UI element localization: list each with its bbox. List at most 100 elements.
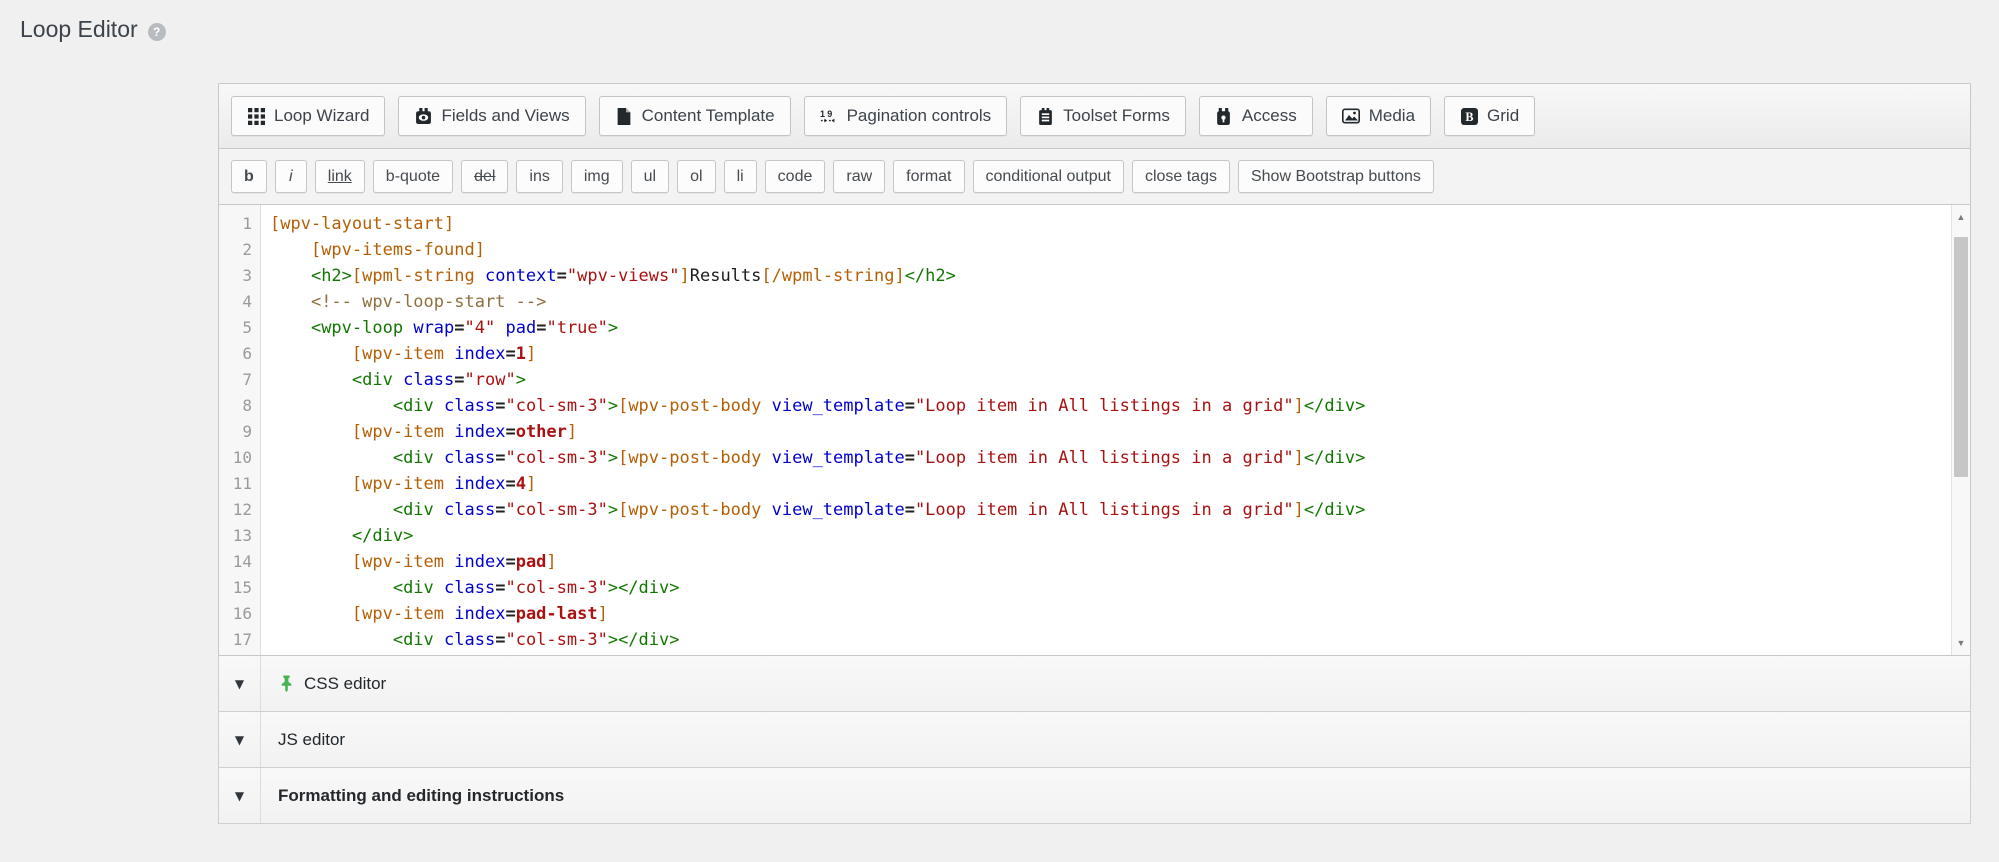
- toolbar-button-loop-wizard[interactable]: Loop Wizard: [231, 96, 385, 136]
- code-line: [wpv-item index=pad-last]: [270, 601, 1946, 627]
- code-line: <div class="col-sm-3">[wpv-post-body vie…: [270, 393, 1946, 419]
- quicktag-button-img[interactable]: img: [571, 160, 623, 193]
- scroll-down-icon[interactable]: ▼: [1952, 633, 1970, 653]
- code-line: [wpv-item index=1]: [270, 341, 1946, 367]
- line-number: 7: [219, 367, 260, 393]
- toolbar-button-label: Media: [1369, 106, 1415, 126]
- code-content[interactable]: [wpv-layout-start] [wpv-items-found] <h2…: [261, 205, 1970, 655]
- toolbar-button-toolset-forms[interactable]: Toolset Forms: [1020, 96, 1186, 136]
- section-label: CSS editor: [304, 674, 386, 694]
- loop-editor-panel: Loop Wizard Fields and Views Content Templ…: [218, 83, 1971, 824]
- quicktag-button-del[interactable]: del: [461, 160, 508, 193]
- line-number: 2: [219, 237, 260, 263]
- toolbar-button-label: Fields and Views: [441, 106, 569, 126]
- code-line: <h2>[wpml-string context="wpv-views"]Res…: [270, 263, 1946, 289]
- code-line: [wpv-items-found]: [270, 237, 1946, 263]
- page-header: Loop Editor ?: [20, 16, 166, 43]
- toolbar-button-label: Loop Wizard: [274, 106, 369, 126]
- collapse-toggle[interactable]: ▼: [219, 712, 261, 767]
- quicktag-button-i[interactable]: i: [275, 160, 307, 193]
- loop-wizard-grid-icon: [247, 108, 265, 125]
- collapse-toggle[interactable]: ▼: [219, 768, 261, 823]
- code-line: </div>: [270, 523, 1946, 549]
- code-line: [wpv-item index=other]: [270, 419, 1946, 445]
- toolbar-button-label: Access: [1242, 106, 1297, 126]
- quicktag-button-link[interactable]: link: [315, 160, 365, 193]
- code-line: <div class="col-sm-3"></div>: [270, 575, 1946, 601]
- quicktag-button-close-tags[interactable]: close tags: [1132, 160, 1230, 193]
- code-line: [wpv-item index=4]: [270, 471, 1946, 497]
- code-line: <div class="col-sm-3"></div>: [270, 627, 1946, 653]
- section-label: JS editor: [278, 730, 345, 750]
- bootstrap-grid-icon: B: [1460, 108, 1478, 125]
- code-line: [wpv-layout-start]: [270, 211, 1946, 237]
- section-header[interactable]: CSS editor: [261, 656, 1970, 711]
- line-number: 16: [219, 601, 260, 627]
- quicktag-button-raw[interactable]: raw: [833, 160, 885, 193]
- quicktag-button-code[interactable]: code: [765, 160, 826, 193]
- line-number: 8: [219, 393, 260, 419]
- content-template-page-icon: [615, 108, 633, 125]
- code-line: <div class="row">: [270, 367, 1946, 393]
- help-icon[interactable]: ?: [148, 23, 166, 41]
- access-lock-icon: [1215, 108, 1233, 125]
- section-label: Formatting and editing instructions: [278, 786, 564, 806]
- code-line: <wpv-loop wrap="4" pad="true">: [270, 315, 1946, 341]
- toolbar-button-label: Toolset Forms: [1063, 106, 1170, 126]
- toolbar-button-access[interactable]: Access: [1199, 96, 1313, 136]
- svg-text:1: 1: [820, 108, 825, 118]
- line-number: 3: [219, 263, 260, 289]
- quicktags-toolbar: bilinkb-quotedelinsimgulollicoderawforma…: [218, 149, 1971, 205]
- code-line: <div class="col-sm-3">[wpv-post-body vie…: [270, 445, 1946, 471]
- line-number: 15: [219, 575, 260, 601]
- quicktag-button-ins[interactable]: ins: [516, 160, 562, 193]
- quicktag-button-ol[interactable]: ol: [677, 160, 715, 193]
- pin-icon: [278, 675, 295, 692]
- toolbar-button-pagination-controls[interactable]: 19 Pagination controls: [804, 96, 1008, 136]
- section-js-editor: ▼ JS editor: [218, 712, 1971, 768]
- chevron-down-icon: ▼: [235, 789, 244, 803]
- line-number: 13: [219, 523, 260, 549]
- toolbar-button-media[interactable]: Media: [1326, 96, 1431, 136]
- toolbar-button-label: Grid: [1487, 106, 1519, 126]
- media-image-icon: [1342, 108, 1360, 125]
- section-header[interactable]: JS editor: [261, 712, 1970, 767]
- scroll-up-icon[interactable]: ▲: [1952, 207, 1970, 227]
- vertical-scrollbar[interactable]: ▲ ▼: [1951, 205, 1970, 655]
- quicktag-button-show-bootstrap-buttons[interactable]: Show Bootstrap buttons: [1238, 160, 1434, 193]
- toolbar-button-label: Content Template: [642, 106, 775, 126]
- quicktag-button-format[interactable]: format: [893, 160, 964, 193]
- line-number: 6: [219, 341, 260, 367]
- line-number: 1: [219, 211, 260, 237]
- quicktag-button-li[interactable]: li: [724, 160, 757, 193]
- code-line: <div class="col-sm-3">[wpv-post-body vie…: [270, 497, 1946, 523]
- line-number: 9: [219, 419, 260, 445]
- line-number: 14: [219, 549, 260, 575]
- quicktag-button-ul[interactable]: ul: [631, 160, 669, 193]
- scrollbar-thumb[interactable]: [1954, 237, 1968, 477]
- code-line: <!-- wpv-loop-start -->: [270, 289, 1946, 315]
- svg-text:9: 9: [827, 108, 832, 118]
- pagination-19-icon: 19: [820, 108, 838, 125]
- editor-toolbar: Loop Wizard Fields and Views Content Templ…: [218, 83, 1971, 149]
- toolbar-button-label: Pagination controls: [847, 106, 992, 126]
- fields-and-views-icon: [414, 108, 432, 125]
- toolbar-button-fields-and-views[interactable]: Fields and Views: [398, 96, 585, 136]
- line-number-gutter: 1234567891011121314151617: [219, 205, 261, 655]
- quicktag-button-b[interactable]: b: [231, 160, 267, 193]
- quicktag-button-conditional-output[interactable]: conditional output: [973, 160, 1124, 193]
- line-number: 10: [219, 445, 260, 471]
- toolbar-button-content-template[interactable]: Content Template: [599, 96, 791, 136]
- line-number: 17: [219, 627, 260, 653]
- quicktag-button-b-quote[interactable]: b-quote: [373, 160, 453, 193]
- line-number: 11: [219, 471, 260, 497]
- chevron-down-icon: ▼: [235, 733, 244, 747]
- code-editor[interactable]: 1234567891011121314151617 [wpv-layout-st…: [218, 205, 1971, 656]
- collapse-toggle[interactable]: ▼: [219, 656, 261, 711]
- toolbar-button-grid[interactable]: B Grid: [1444, 96, 1535, 136]
- collapsible-sections: ▼ CSS editor ▼ JS editor ▼ Formatting and edi…: [218, 656, 1971, 824]
- section-header[interactable]: Formatting and editing instructions: [261, 768, 1970, 823]
- page-title: Loop Editor: [20, 16, 138, 43]
- code-line: [wpv-item index=pad]: [270, 549, 1946, 575]
- svg-text:B: B: [1465, 109, 1473, 123]
